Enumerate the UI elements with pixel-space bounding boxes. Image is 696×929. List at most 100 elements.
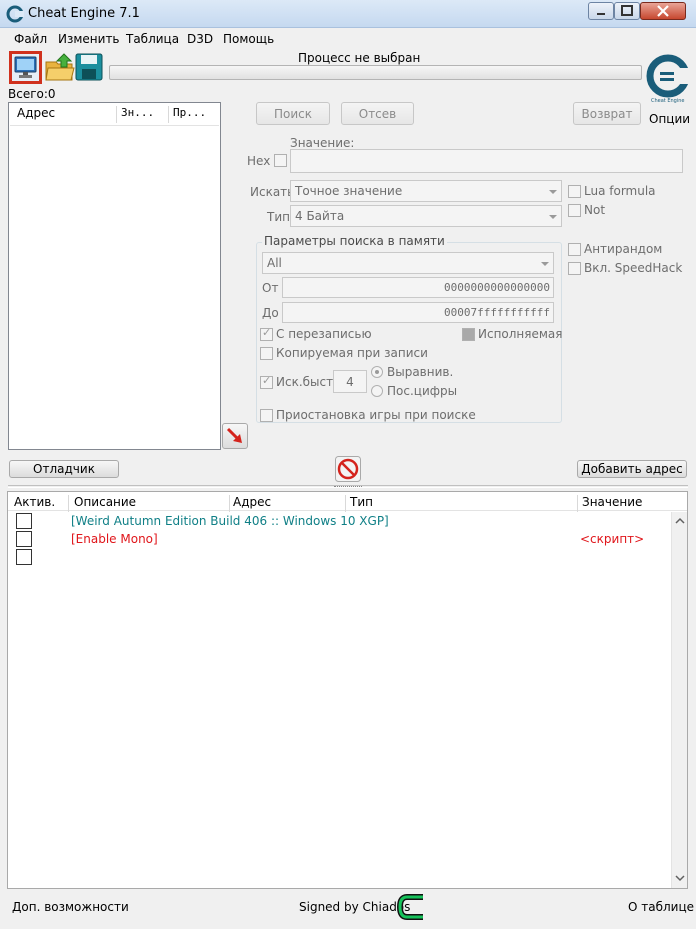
table-row[interactable]: [Weird Autumn Edition Build 406 :: Windo…: [8, 512, 673, 530]
column-header-active[interactable]: Актив.: [9, 495, 69, 512]
stop-address-input[interactable]: 00007fffffffffff: [282, 302, 554, 323]
save-file-button[interactable]: [74, 52, 106, 84]
found-count: Всего:0: [8, 87, 56, 101]
table-extras-link[interactable]: О таблице: [628, 900, 694, 914]
column-header-description[interactable]: Описание: [69, 495, 230, 512]
start-address-label: От: [262, 281, 279, 295]
value-type-label: Тип: [267, 210, 290, 224]
fast-scan-alignment-input[interactable]: 4: [333, 370, 367, 393]
close-icon: [657, 5, 669, 17]
speedhack-label: Вкл. SpeedHack: [584, 261, 683, 275]
scroll-up-icon[interactable]: [675, 517, 685, 525]
advanced-options-link[interactable]: Доп. возможности: [12, 900, 129, 914]
header-divider: [10, 125, 219, 126]
menu-bar: Файл Изменить Таблица D3D Помощь: [0, 29, 696, 49]
hex-checkbox[interactable]: [274, 154, 287, 167]
chevron-down-icon: [549, 190, 557, 194]
menu-d3d[interactable]: D3D: [187, 32, 213, 46]
select-process-button[interactable]: [9, 51, 42, 84]
open-file-button[interactable]: [44, 52, 76, 84]
column-header-address[interactable]: Адрес: [13, 106, 117, 123]
fast-scan-checkbox[interactable]: [260, 374, 273, 389]
executable-checkbox[interactable]: [462, 328, 475, 341]
row-value: <скрипт>: [580, 532, 645, 546]
stop-sign-icon: [335, 456, 361, 482]
pause-game-checkbox[interactable]: [260, 409, 273, 422]
column-header-address[interactable]: Адрес: [230, 495, 346, 512]
menu-help[interactable]: Помощь: [223, 32, 274, 46]
unrandomizer-checkbox[interactable]: [568, 243, 581, 256]
column-header-type[interactable]: Тип: [346, 495, 578, 512]
memory-scan-options-title: Параметры поиска в памяти: [262, 234, 447, 248]
cheat-table[interactable]: Актив. Описание Адрес Тип Значение [Weir…: [7, 491, 688, 889]
copy-on-write-label: Копируемая при записи: [276, 346, 428, 360]
column-header-value[interactable]: Значение: [578, 495, 686, 512]
last-digits-radio[interactable]: [371, 385, 383, 397]
scan-type-select[interactable]: Точное значение: [290, 180, 562, 202]
value-type-select[interactable]: 4 Байта: [290, 205, 562, 227]
memory-region-value: All: [267, 256, 282, 270]
lua-formula-checkbox[interactable]: [568, 185, 581, 198]
first-scan-button[interactable]: Поиск: [256, 102, 330, 125]
scan-progress-bar: [109, 65, 642, 80]
speedhack-checkbox[interactable]: [568, 262, 581, 275]
window-title: Cheat Engine 7.1: [28, 6, 140, 21]
stop-address-label: До: [262, 306, 279, 320]
active-checkbox[interactable]: [16, 531, 32, 547]
folder-open-icon: [45, 53, 75, 81]
undo-scan-button[interactable]: Возврат: [573, 102, 641, 125]
start-address-input[interactable]: 0000000000000000: [282, 277, 554, 298]
hex-label: Hex: [247, 154, 271, 168]
scan-type-label: Искать: [250, 185, 295, 199]
vertical-scrollbar[interactable]: [671, 512, 687, 888]
memory-view-button[interactable]: Отладчик: [9, 460, 119, 478]
not-checkbox[interactable]: [568, 204, 581, 217]
splitter-grip-icon: [334, 486, 362, 488]
value-type-value: 4 Байта: [295, 209, 345, 223]
cheat-engine-icon: [6, 5, 24, 23]
copy-on-write-checkbox[interactable]: [260, 347, 273, 360]
value-label: Значение:: [290, 136, 355, 150]
menu-file[interactable]: Файл: [14, 32, 47, 46]
alignment-radio[interactable]: [371, 366, 383, 378]
process-label: Процесс не выбран: [298, 51, 421, 65]
signature-logo-icon: [397, 894, 423, 920]
writable-label: С перезаписью: [276, 327, 372, 341]
add-to-table-button[interactable]: [222, 423, 248, 449]
stop-button[interactable]: [335, 456, 361, 482]
fast-scan-label: Иск.быст.: [276, 375, 337, 389]
maximize-icon: [621, 5, 633, 16]
add-address-button[interactable]: Добавить адрес: [577, 460, 687, 478]
scroll-down-icon[interactable]: [675, 874, 685, 882]
main-window: Cheat Engine 7.1 Файл Изменить Таблица D…: [0, 0, 696, 929]
active-checkbox[interactable]: [16, 549, 32, 565]
last-digits-label: Пос.цифры: [387, 384, 458, 398]
floppy-disk-icon: [75, 53, 103, 81]
column-header-value[interactable]: Зн...: [117, 106, 169, 123]
active-checkbox[interactable]: [16, 513, 32, 529]
computer-icon: [14, 56, 37, 78]
logo-text: Cheat Engine: [651, 98, 685, 104]
value-input[interactable]: [290, 149, 683, 173]
settings-logo-button[interactable]: Cheat Engine: [646, 52, 690, 108]
not-label: Not: [584, 203, 606, 217]
pause-game-label: Приостановка игры при поиске: [276, 408, 476, 422]
unrandomizer-label: Антирандом: [584, 242, 663, 256]
writable-checkbox[interactable]: [260, 326, 273, 341]
found-address-list[interactable]: Адрес Зн... Пр...: [8, 102, 221, 450]
lua-formula-label: Lua formula: [584, 184, 656, 198]
table-row[interactable]: [Enable Mono] <скрипт>: [8, 530, 673, 548]
menu-table[interactable]: Таблица: [126, 32, 179, 46]
options-label: Опции: [649, 112, 691, 126]
minimize-button[interactable]: [588, 2, 614, 20]
status-bar: Доп. возможности Signed by Chiados О таб…: [0, 891, 696, 929]
menu-edit[interactable]: Изменить: [58, 32, 120, 46]
close-button[interactable]: [640, 2, 686, 20]
cheat-table-header: Актив. Описание Адрес Тип Значение: [8, 492, 687, 512]
table-row[interactable]: [8, 548, 673, 566]
chevron-down-icon: [541, 262, 549, 266]
maximize-button[interactable]: [614, 2, 640, 20]
column-header-previous[interactable]: Пр...: [169, 106, 219, 123]
next-scan-button[interactable]: Отсев: [341, 102, 414, 125]
memory-region-select[interactable]: All: [262, 252, 554, 274]
